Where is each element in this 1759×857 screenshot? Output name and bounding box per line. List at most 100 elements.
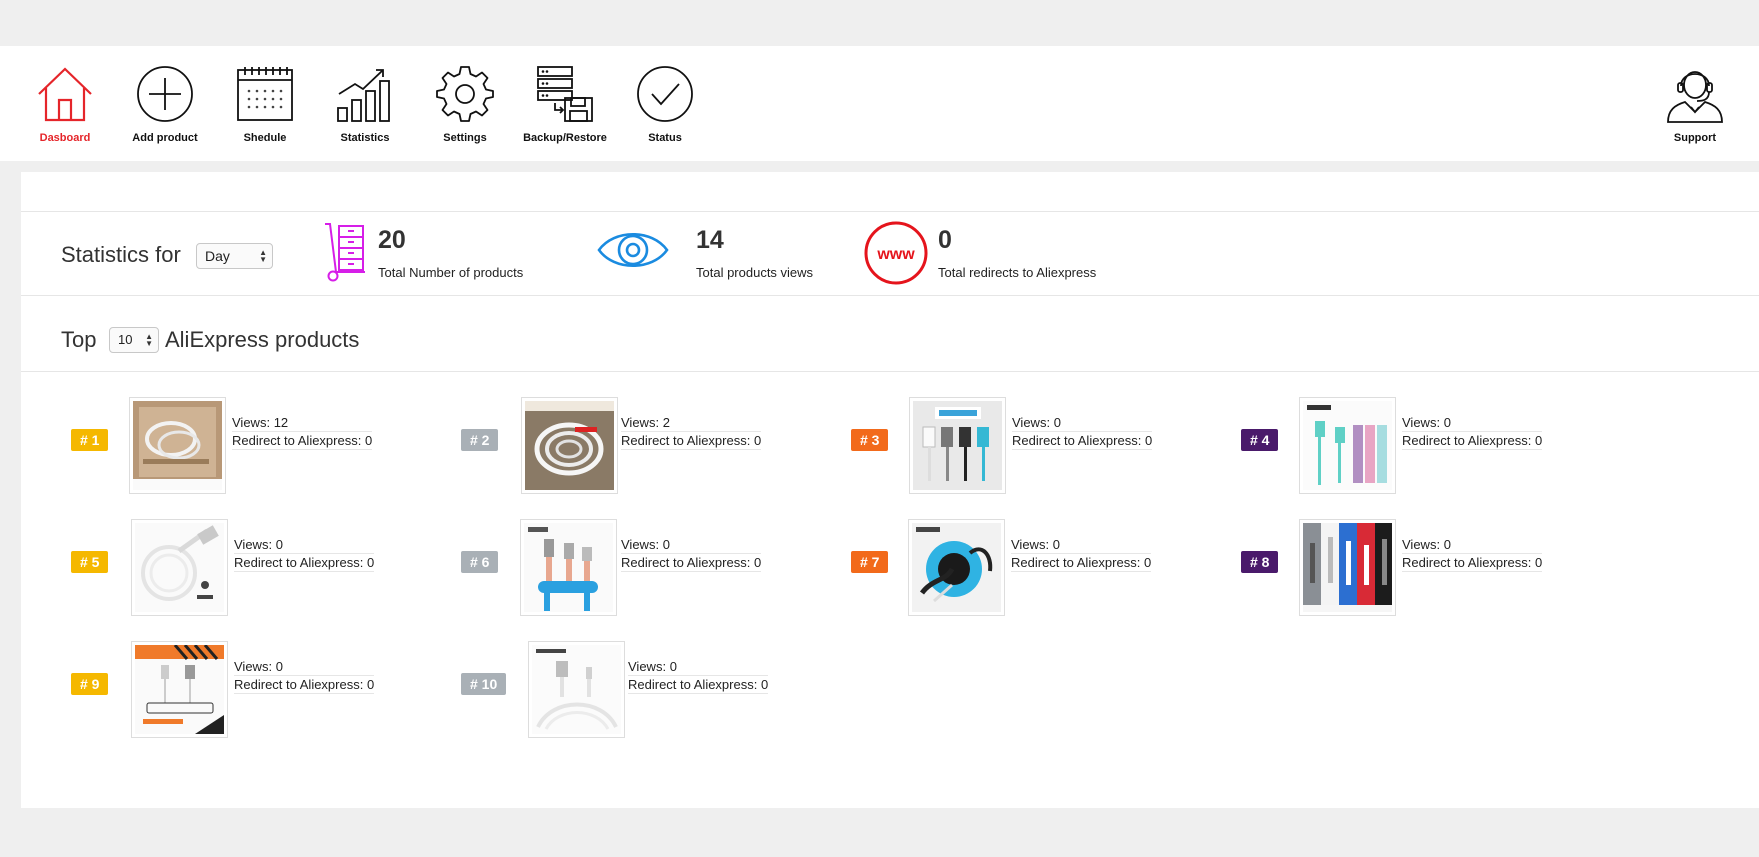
rank-badge: # 10: [461, 673, 507, 695]
product-views: Views: 2: [621, 414, 762, 432]
product-thumbnail[interactable]: [528, 641, 625, 738]
dashboard-panel: Statistics for Day ▲ ▼ 20 Total Number of…: [21, 172, 1759, 808]
product-views: Views: 0: [1012, 414, 1153, 432]
product-item: # 10 Views: 0 Redirect to Aliexpress: 0: [461, 641, 851, 741]
stat-views-value: 14: [696, 226, 724, 254]
select-arrows-icon: ▲ ▼: [259, 248, 267, 264]
product-stats: Views: 0 Redirect to Aliexpress: 0: [628, 658, 769, 694]
hand-truck-icon: [325, 223, 365, 282]
select-arrows-icon: ▲ ▼: [145, 332, 153, 348]
product-stats: Views: 0 Redirect to Aliexpress: 0: [1011, 536, 1152, 572]
nav-support[interactable]: Support: [1645, 64, 1745, 144]
nav-statistics[interactable]: Statistics: [315, 64, 415, 144]
product-thumbnail[interactable]: [909, 397, 1006, 494]
rank-badge: # 9: [71, 673, 109, 695]
product-thumbnail[interactable]: [520, 519, 617, 616]
plus-circle-icon: [137, 66, 193, 122]
nav-statistics-label: Statistics: [340, 132, 390, 144]
nav-settings[interactable]: Settings: [415, 64, 515, 144]
nav-add-product-label: Add product: [132, 132, 198, 144]
period-select[interactable]: Day ▲ ▼: [196, 243, 273, 269]
product-stats: Views: 0 Redirect to Aliexpress: 0: [234, 536, 375, 572]
product-thumbnail[interactable]: [1299, 519, 1396, 616]
product-stats: Views: 0 Redirect to Aliexpress: 0: [1402, 536, 1543, 572]
nav-schedule[interactable]: Shedule: [215, 64, 315, 144]
product-views: Views: 0: [621, 536, 762, 554]
product-stats: Views: 0 Redirect to Aliexpress: 0: [621, 536, 762, 572]
stat-products-value: 20: [378, 226, 406, 254]
product-image: [135, 523, 224, 612]
product-image: [1303, 523, 1392, 612]
product-views: Views: 0: [234, 658, 375, 676]
product-image: [524, 523, 613, 612]
rank-badge: # 6: [461, 551, 499, 573]
product-image: [135, 645, 224, 734]
rank-badge: # 8: [1241, 551, 1279, 573]
product-thumbnail[interactable]: [131, 641, 228, 738]
product-stats: Views: 0 Redirect to Aliexpress: 0: [234, 658, 375, 694]
top-count-select[interactable]: 10 ▲ ▼: [109, 327, 159, 353]
nav-support-label: Support: [1673, 132, 1717, 144]
product-item: # 9 Views: 0 Redirect to Aliexpress: 0: [71, 641, 461, 741]
www-icon-text: www: [876, 246, 915, 263]
product-redirects: Redirect to Aliexpress: 0: [1402, 555, 1543, 572]
product-thumbnail[interactable]: [131, 519, 228, 616]
product-redirects: Redirect to Aliexpress: 0: [234, 677, 375, 694]
product-redirects: Redirect to Aliexpress: 0: [1012, 433, 1153, 450]
calendar-icon: [237, 67, 293, 121]
product-image: [912, 523, 1001, 612]
nav-add-product[interactable]: Add product: [115, 64, 215, 144]
rank-badge: # 5: [71, 551, 109, 573]
product-thumbnail[interactable]: [129, 397, 226, 494]
product-item: # 6 Views: 0 Redirect to Aliexpress: 0: [461, 519, 851, 619]
product-item: # 1 Views: 12 Redirect to Aliexpress: 0: [71, 397, 461, 497]
product-image: [1303, 401, 1392, 490]
product-item: # 5 Views: 0 Redirect to Aliexpress: 0: [71, 519, 461, 619]
top-navigation: Dasboard Add product Shedule Statistics …: [0, 46, 1759, 161]
nav-backup-restore[interactable]: Backup/Restore: [515, 64, 615, 144]
product-redirects: Redirect to Aliexpress: 0: [621, 555, 762, 572]
product-thumbnail[interactable]: [1299, 397, 1396, 494]
product-redirects: Redirect to Aliexpress: 0: [232, 433, 373, 450]
product-views: Views: 0: [234, 536, 375, 554]
product-image: [133, 401, 222, 490]
product-item: # 7 Views: 0 Redirect to Aliexpress: 0: [851, 519, 1241, 619]
rank-badge: # 4: [1241, 429, 1279, 451]
support-agent-icon: [1667, 71, 1723, 123]
divider: [21, 295, 1759, 296]
product-thumbnail[interactable]: [908, 519, 1005, 616]
bar-chart-icon: [337, 69, 390, 122]
product-redirects: Redirect to Aliexpress: 0: [628, 677, 769, 694]
product-redirects: Redirect to Aliexpress: 0: [1011, 555, 1152, 572]
top-count-value: 10: [118, 332, 133, 347]
stat-redirects-caption: Total redirects to Aliexpress: [938, 265, 1097, 280]
nav-dashboard[interactable]: Dasboard: [15, 64, 115, 144]
product-stats: Views: 2 Redirect to Aliexpress: 0: [621, 414, 762, 450]
eye-icon: [597, 232, 669, 268]
product-views: Views: 0: [628, 658, 769, 676]
nav-schedule-label: Shedule: [243, 132, 287, 144]
statistics-for-label: Statistics for: [61, 242, 181, 267]
nav-settings-label: Settings: [443, 132, 487, 144]
product-redirects: Redirect to Aliexpress: 0: [234, 555, 375, 572]
rank-badge: # 3: [851, 429, 889, 451]
nav-status-label: Status: [648, 132, 682, 144]
gear-icon: [436, 66, 494, 122]
product-thumbnail[interactable]: [521, 397, 618, 494]
top-products-title: AliExpress products: [165, 327, 360, 352]
top-label: Top: [61, 327, 97, 352]
product-views: Views: 0: [1011, 536, 1152, 554]
stat-redirects-value: 0: [938, 226, 952, 254]
stat-products-caption: Total Number of products: [378, 265, 524, 280]
divider: [21, 371, 1759, 372]
product-item: # 3 Views: 0 Redirect to Aliexpress: 0: [851, 397, 1241, 497]
product-views: Views: 12: [232, 414, 373, 432]
product-stats: Views: 12 Redirect to Aliexpress: 0: [232, 414, 373, 450]
product-image: [532, 645, 621, 734]
www-icon: www: [864, 221, 928, 285]
product-stats: Views: 0 Redirect to Aliexpress: 0: [1402, 414, 1543, 450]
rank-badge: # 1: [71, 429, 109, 451]
home-icon: [38, 67, 92, 122]
nav-dashboard-label: Dasboard: [39, 132, 91, 144]
nav-status[interactable]: Status: [615, 64, 715, 144]
